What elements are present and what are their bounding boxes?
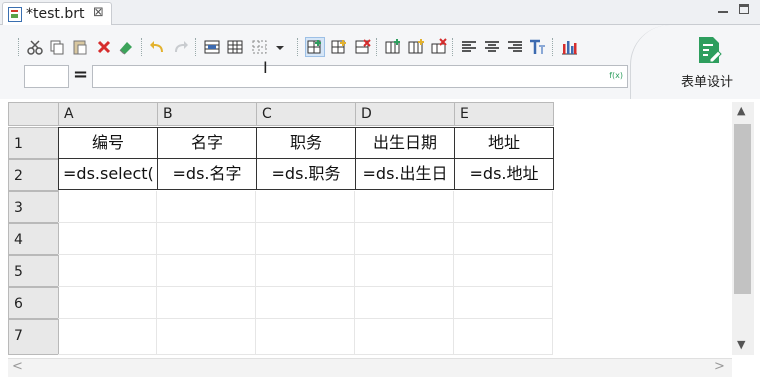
toolbar-separator [452, 38, 455, 56]
redo-icon[interactable] [171, 38, 189, 56]
delete-icon[interactable] [95, 38, 113, 56]
table-cell[interactable] [157, 223, 256, 255]
table-cell[interactable] [58, 255, 157, 287]
close-tab-icon[interactable]: ⊠ [93, 5, 104, 20]
row-header[interactable]: 3 [8, 191, 59, 223]
report-file-icon [8, 7, 22, 22]
scroll-up-icon[interactable]: ▲ [737, 104, 745, 117]
column-header[interactable]: D [355, 102, 455, 126]
column-header[interactable]: C [256, 102, 356, 126]
toolbar-separator [297, 38, 300, 56]
table-cell[interactable] [256, 223, 355, 255]
maximize-button[interactable] [739, 4, 749, 14]
merge-cells-icon[interactable] [203, 38, 221, 56]
row-header[interactable]: 2 [8, 159, 59, 191]
table-cell[interactable] [157, 255, 256, 287]
table-cell[interactable] [58, 223, 157, 255]
text-cursor-icon: I [263, 58, 268, 77]
table-cell[interactable] [355, 255, 454, 287]
table-cell[interactable]: =ds.职务 [256, 158, 356, 190]
row-header[interactable]: 5 [8, 255, 59, 287]
table-cell[interactable]: 编号 [58, 127, 158, 159]
table-cell[interactable] [454, 255, 553, 287]
column-header[interactable]: A [58, 102, 158, 126]
cut-icon[interactable] [26, 38, 44, 56]
table-cell[interactable] [256, 287, 355, 319]
table-cell[interactable]: =ds.出生日 [355, 158, 455, 190]
toolbar-grip [18, 38, 21, 56]
row-header[interactable]: 7 [8, 319, 59, 355]
table-cell[interactable] [454, 191, 553, 223]
table-cell[interactable]: =ds.地址 [454, 158, 554, 190]
table-cell[interactable]: =ds.名字 [157, 158, 257, 190]
insert-row-above-icon[interactable] [305, 37, 325, 57]
column-header[interactable]: E [454, 102, 554, 126]
table-cell[interactable] [256, 319, 355, 355]
table-cell[interactable]: 职务 [256, 127, 356, 159]
delete-col-icon[interactable] [430, 38, 448, 56]
align-center-icon[interactable] [483, 38, 501, 56]
vertical-scroll-thumb[interactable] [734, 124, 751, 294]
insert-col-right-icon[interactable] [407, 38, 425, 56]
table-cell[interactable]: 地址 [454, 127, 554, 159]
scroll-left-icon[interactable]: < [12, 359, 23, 374]
chart-icon[interactable] [560, 38, 578, 56]
paste-icon[interactable] [71, 38, 89, 56]
horizontal-scrollbar[interactable] [8, 358, 732, 377]
insert-col-left-icon[interactable] [384, 38, 402, 56]
toolbar-separator [141, 38, 144, 56]
table-cell[interactable]: 名字 [157, 127, 257, 159]
table-cell[interactable] [58, 287, 157, 319]
align-left-icon[interactable] [460, 38, 478, 56]
table-icon[interactable] [226, 38, 244, 56]
fx-icon[interactable]: f(x) [609, 71, 623, 80]
table-cell[interactable] [256, 255, 355, 287]
table-cell[interactable] [157, 319, 256, 355]
formula-input[interactable]: f(x) [92, 65, 628, 88]
table-cell[interactable] [454, 319, 553, 355]
border-icon[interactable] [251, 38, 269, 56]
dropdown-icon[interactable] [272, 38, 290, 56]
row-header[interactable]: 6 [8, 287, 59, 319]
table-cell[interactable] [58, 191, 157, 223]
table-cell[interactable]: 出生日期 [355, 127, 455, 159]
table-cell[interactable] [454, 223, 553, 255]
table-cell[interactable] [355, 223, 454, 255]
table-cell[interactable] [355, 191, 454, 223]
grid-corner[interactable] [8, 102, 59, 126]
table-cell[interactable]: =ds.select( [58, 158, 158, 190]
table-cell[interactable] [454, 287, 553, 319]
clear-icon[interactable] [117, 38, 135, 56]
row-header[interactable]: 4 [8, 223, 59, 255]
form-design-button[interactable]: 表单设计 [681, 71, 733, 90]
table-cell[interactable] [355, 287, 454, 319]
minimize-button[interactable] [718, 4, 728, 14]
undo-icon[interactable] [149, 38, 167, 56]
insert-row-below-icon[interactable] [330, 38, 348, 56]
tab-test-brt[interactable]: *test.brt ⊠ [2, 2, 112, 25]
cell-reference-field[interactable] [24, 65, 69, 88]
table-cell[interactable] [157, 191, 256, 223]
form-design-icon[interactable] [696, 35, 722, 65]
delete-row-icon[interactable] [354, 38, 372, 56]
table-cell[interactable] [157, 287, 256, 319]
toolbar-separator [195, 38, 198, 56]
table-cell[interactable] [355, 319, 454, 355]
copy-icon[interactable] [48, 38, 66, 56]
editor-tab-bar: *test.brt ⊠ [0, 0, 760, 25]
table-cell[interactable] [58, 319, 157, 355]
scroll-right-icon[interactable]: > [714, 359, 725, 374]
align-right-icon[interactable] [506, 38, 524, 56]
table-cell[interactable] [256, 191, 355, 223]
column-header[interactable]: B [157, 102, 257, 126]
tab-title: *test.brt [26, 6, 85, 22]
row-header[interactable]: 1 [8, 127, 59, 159]
toolbar-separator [376, 38, 379, 56]
toolbar-separator [552, 38, 555, 56]
scroll-down-icon[interactable]: ▼ [737, 338, 745, 351]
text-format-icon[interactable] [528, 38, 546, 56]
formula-equals-sign: = [73, 64, 89, 85]
